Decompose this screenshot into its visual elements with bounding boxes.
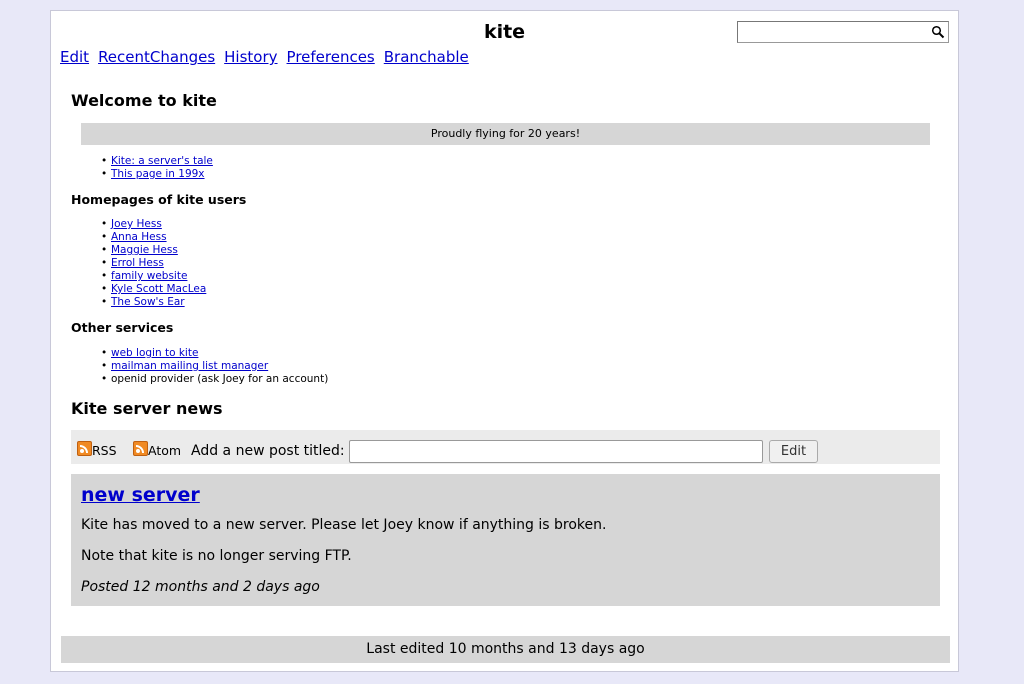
mailman-link[interactable]: mailman mailing list manager: [111, 360, 268, 372]
branchable-link[interactable]: Branchable: [384, 48, 469, 66]
services-heading: Other services: [71, 320, 174, 335]
list-item: Anna Hess: [101, 231, 206, 244]
banner: Proudly flying for 20 years!: [81, 123, 930, 145]
feed-icon: [133, 441, 148, 456]
homepage-link[interactable]: family website: [111, 270, 187, 282]
intro-links: Kite: a server's tale This page in 199x: [51, 155, 213, 181]
rss-label: RSS: [92, 443, 117, 458]
post-form: RSS Atom Add a new post titled: Edit: [71, 430, 940, 464]
news-post: new server Kite has moved to a new serve…: [71, 474, 940, 606]
page-container: kite Edit RecentChanges History Preferences…: [50, 10, 959, 672]
list-item: Kyle Scott MacLea: [101, 283, 206, 296]
homepage-link[interactable]: Errol Hess: [111, 257, 164, 269]
rss-link[interactable]: RSS: [77, 441, 117, 458]
homepage-link[interactable]: Joey Hess: [111, 218, 162, 230]
list-item: web login to kite: [101, 347, 328, 360]
openid-text: openid provider (ask Joey for an account…: [111, 373, 329, 385]
new-post-label: Add a new post titled:: [191, 443, 345, 459]
list-item: Errol Hess: [101, 257, 206, 270]
homepage-link[interactable]: Maggie Hess: [111, 244, 178, 256]
homepage-link[interactable]: Anna Hess: [111, 231, 167, 243]
post-title-link[interactable]: new server: [81, 484, 200, 506]
edit-link[interactable]: Edit: [60, 48, 89, 66]
page-actions: Edit RecentChanges History Preferences Branc…: [60, 48, 478, 66]
post-title-input[interactable]: [349, 440, 763, 463]
homepage-link[interactable]: The Sow's Ear: [111, 296, 185, 308]
atom-label: Atom: [148, 443, 182, 458]
list-item: This page in 199x: [101, 168, 213, 181]
post-body: Kite has moved to a new server. Please l…: [81, 517, 607, 533]
list-item: openid provider (ask Joey for an account…: [101, 373, 329, 386]
list-item: The Sow's Ear: [101, 296, 206, 309]
last-edited-footer: Last edited 10 months and 13 days ago: [61, 636, 950, 663]
homepages-list: Joey Hess Anna Hess Maggie Hess Errol He…: [51, 218, 206, 309]
preferences-link[interactable]: Preferences: [287, 48, 375, 66]
services-list: web login to kite mailman mailing list m…: [51, 347, 328, 386]
list-item: Kite: a server's tale: [101, 155, 213, 168]
web-login-link[interactable]: web login to kite: [111, 347, 198, 359]
search-icon[interactable]: [931, 25, 945, 39]
rss-icon: [77, 441, 92, 456]
page-title: Welcome to kite: [71, 91, 217, 110]
history-link[interactable]: History: [224, 48, 277, 66]
list-item: mailman mailing list manager: [101, 360, 328, 373]
post-date: Posted 12 months and 2 days ago: [81, 579, 320, 595]
homepage-link[interactable]: Kyle Scott MacLea: [111, 283, 206, 295]
recentchanges-link[interactable]: RecentChanges: [98, 48, 215, 66]
list-item: family website: [101, 270, 206, 283]
search-box[interactable]: [737, 21, 949, 43]
list-item: Maggie Hess: [101, 244, 206, 257]
intro-link[interactable]: This page in 199x: [111, 168, 205, 180]
post-body: Note that kite is no longer serving FTP.: [81, 548, 352, 564]
intro-link[interactable]: Kite: a server's tale: [111, 155, 213, 167]
edit-button[interactable]: Edit: [769, 440, 818, 463]
news-heading: Kite server news: [71, 399, 223, 418]
homepages-heading: Homepages of kite users: [71, 192, 247, 207]
atom-link[interactable]: Atom: [133, 441, 181, 458]
list-item: Joey Hess: [101, 218, 206, 231]
search-input[interactable]: [741, 23, 925, 43]
